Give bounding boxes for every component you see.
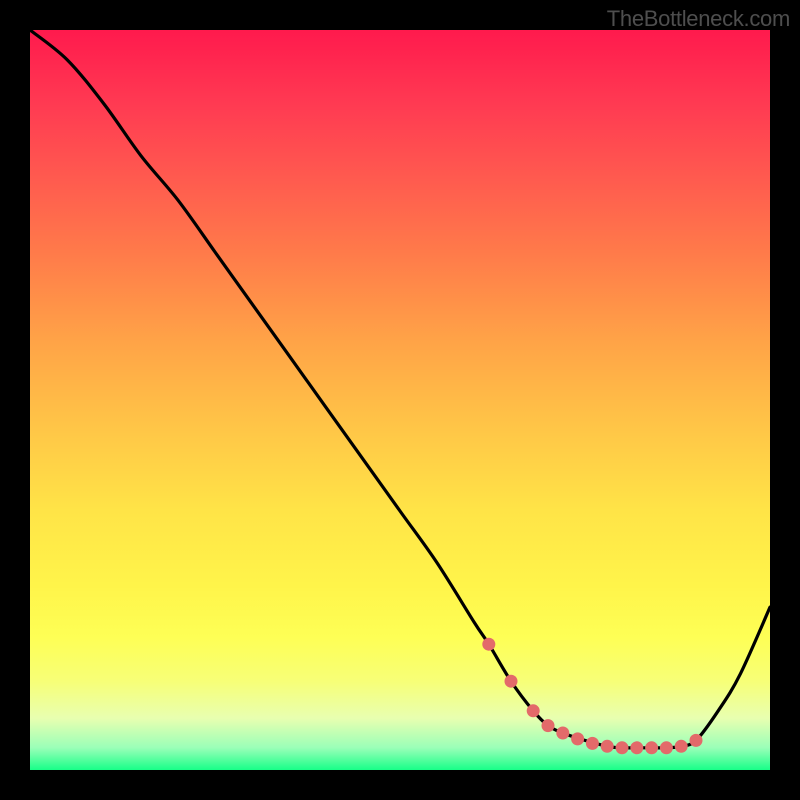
dot: [482, 638, 495, 651]
dot: [505, 675, 518, 688]
dot: [630, 741, 643, 754]
chart-plot-area: [30, 30, 770, 770]
dot: [675, 740, 688, 753]
chart-frame: TheBottleneck.com: [0, 0, 800, 800]
dot: [527, 704, 540, 717]
dot: [571, 732, 584, 745]
dot: [556, 727, 569, 740]
chart-svg: [30, 30, 770, 770]
dots-group: [482, 638, 702, 755]
bottleneck-curve: [30, 30, 770, 748]
watermark-text: TheBottleneck.com: [607, 6, 790, 32]
dot: [690, 734, 703, 747]
dot: [542, 719, 555, 732]
dot: [601, 740, 614, 753]
dot: [660, 741, 673, 754]
dot: [586, 737, 599, 750]
dot: [645, 741, 658, 754]
dot: [616, 741, 629, 754]
